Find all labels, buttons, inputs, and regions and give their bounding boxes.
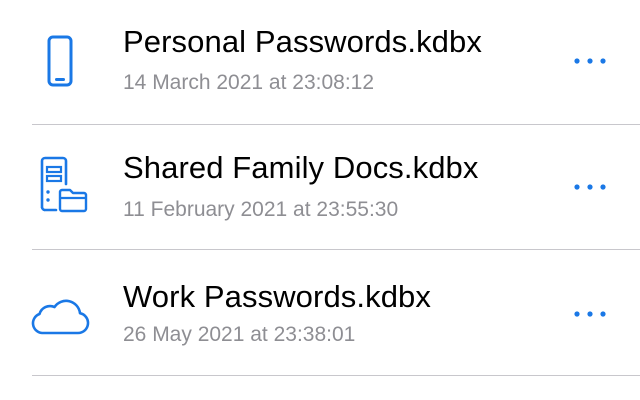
list-item-work-passwords[interactable]: Work Passwords.kdbx 26 May 2021 at 23:38… bbox=[0, 251, 640, 376]
list-item-shared-family-docs[interactable]: Shared Family Docs.kdbx 11 February 2021… bbox=[0, 125, 640, 250]
ellipsis-icon bbox=[574, 58, 606, 64]
more-options-button[interactable] bbox=[570, 172, 610, 202]
ellipsis-icon bbox=[574, 184, 606, 190]
list-item-personal-passwords[interactable]: Personal Passwords.kdbx 14 March 2021 at… bbox=[0, 0, 640, 125]
file-name: Work Passwords.kdbx bbox=[123, 279, 431, 314]
file-modified-date: 11 February 2021 at 23:55:30 bbox=[123, 198, 399, 221]
phone-icon bbox=[28, 30, 92, 94]
cloud-icon bbox=[28, 285, 92, 349]
row-divider bbox=[32, 249, 640, 250]
file-server-icon bbox=[28, 153, 92, 217]
file-modified-date: 26 May 2021 at 23:38:01 bbox=[123, 323, 356, 346]
file-list: Personal Passwords.kdbx 14 March 2021 at… bbox=[0, 0, 640, 400]
row-divider bbox=[32, 375, 640, 376]
file-name: Personal Passwords.kdbx bbox=[123, 24, 482, 59]
file-modified-date: 14 March 2021 at 23:08:12 bbox=[123, 71, 375, 94]
ellipsis-icon bbox=[574, 311, 606, 317]
file-name: Shared Family Docs.kdbx bbox=[123, 150, 479, 185]
more-options-button[interactable] bbox=[570, 46, 610, 76]
more-options-button[interactable] bbox=[570, 299, 610, 329]
